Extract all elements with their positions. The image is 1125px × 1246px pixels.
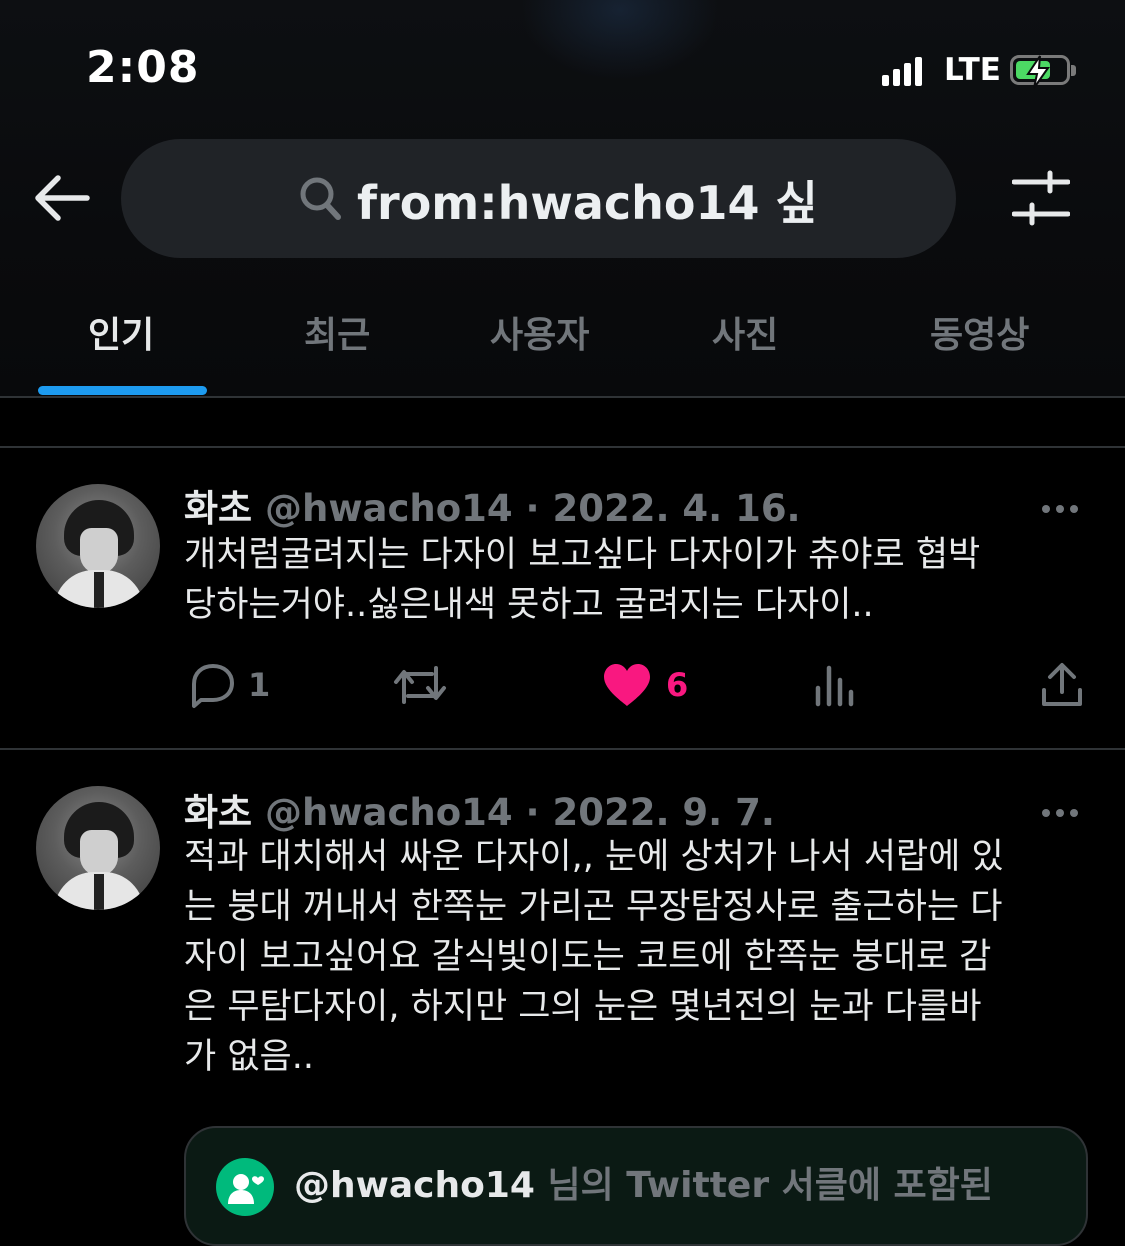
author-name[interactable]: 화초 (184, 487, 252, 530)
author-name[interactable]: 화초 (184, 791, 252, 834)
search-input[interactable]: from:hwacho14 싶 (121, 139, 956, 258)
reply-count: 1 (248, 666, 271, 704)
filter-sliders-icon[interactable] (1011, 170, 1071, 226)
more-options-icon[interactable] (1042, 802, 1084, 821)
avatar[interactable] (36, 484, 160, 608)
circle-notice-text: @hwacho14 님의 Twitter 서클에 포함된 (294, 1156, 993, 1208)
network-label: LTE (944, 52, 1001, 88)
tab-latest[interactable]: 최근 (304, 306, 370, 358)
search-query: from:hwacho14 싶 (357, 176, 818, 230)
tab-popular[interactable]: 인기 (88, 306, 154, 358)
like-heart-icon[interactable] (602, 662, 652, 708)
avatar[interactable] (36, 786, 160, 910)
tweet-actions: 1 6 (0, 662, 1125, 722)
back-arrow-icon[interactable] (32, 172, 92, 224)
background-glow (520, 0, 720, 80)
tweet-header: 화초 @hwacho14 · 2022. 4. 16. (184, 478, 801, 532)
circle-handle: @hwacho14 (294, 1165, 535, 1206)
search-tabs: 인기 최근 사용자 사진 동영상 (0, 290, 1125, 396)
top-bar: 2:08 LTE from:hwacho14 싶 인기 최근 사용자 사진 동영… (0, 0, 1125, 396)
status-time: 2:08 (86, 42, 200, 93)
search-icon (300, 177, 341, 220)
circle-notice-rest: 님의 Twitter 서클에 포함된 (534, 1165, 993, 1206)
more-options-icon[interactable] (1042, 498, 1084, 517)
circle-notice-card[interactable]: @hwacho14 님의 Twitter 서클에 포함된 (184, 1126, 1088, 1246)
share-icon[interactable] (1040, 662, 1084, 708)
tab-people[interactable]: 사용자 (490, 306, 589, 358)
tweet-header: 화초 @hwacho14 · 2022. 9. 7. (184, 782, 775, 836)
circle-people-icon (216, 1158, 274, 1216)
signal-icon (882, 56, 922, 86)
author-meta[interactable]: @hwacho14 · 2022. 4. 16. (265, 487, 801, 530)
author-meta[interactable]: @hwacho14 · 2022. 9. 7. (265, 791, 775, 834)
retweet-icon[interactable] (392, 662, 448, 708)
like-count: 6 (666, 666, 689, 704)
active-tab-indicator (38, 386, 207, 395)
divider (0, 396, 1125, 398)
tweet-text: 적과 대치해서 싸운 다자이,, 눈에 상처가 나서 서랍에 있 는 붕대 꺼내… (184, 837, 1004, 1077)
battery-icon (1010, 55, 1076, 89)
tab-videos[interactable]: 동영상 (930, 306, 1029, 358)
views-icon[interactable] (814, 662, 856, 708)
reply-icon[interactable] (186, 662, 236, 710)
tab-photos[interactable]: 사진 (712, 306, 778, 358)
tweet-text: 개처럼굴려지는 다자이 보고싶다 다자이가 츄야로 협박 당하는거야..싫은내색… (184, 535, 981, 625)
tweet[interactable]: 화초 @hwacho14 · 2022. 4. 16. 개처럼굴려지는 다자이 … (0, 446, 1125, 748)
